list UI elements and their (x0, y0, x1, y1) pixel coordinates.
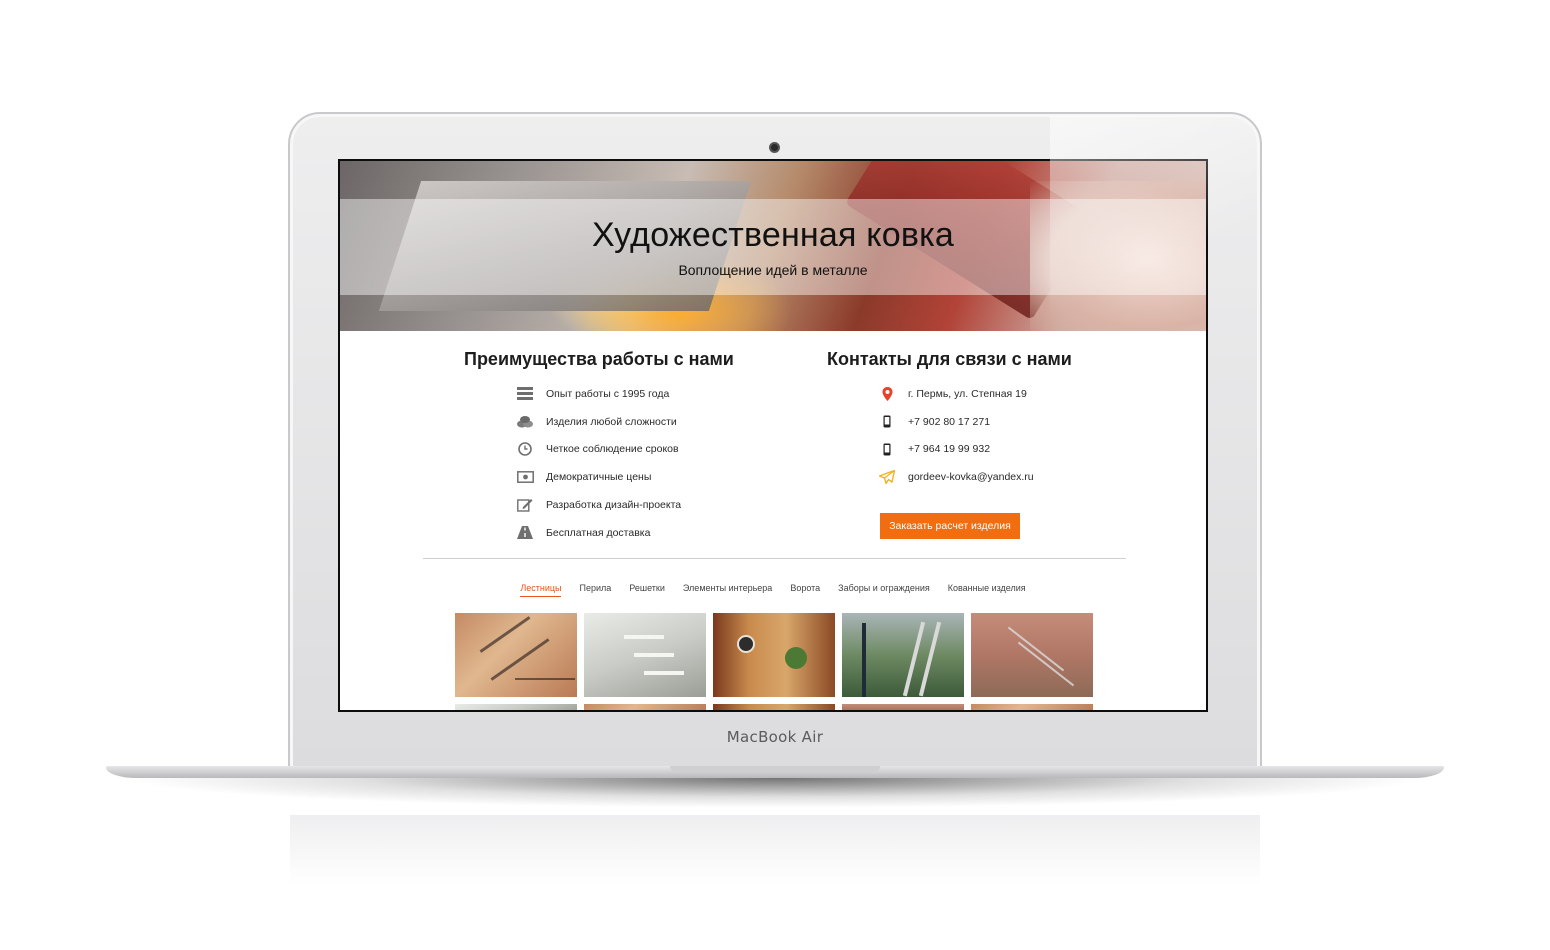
advantages-title: Преимущества работы с нами (464, 349, 734, 369)
advantages-list: Опыт работы с 1995 года Изделия любой сл… (516, 380, 681, 547)
gallery-image[interactable] (455, 613, 577, 697)
advantage-label: Демократичные цены (546, 471, 652, 484)
gallery-grid-row-2 (455, 704, 1093, 710)
advantage-label: Бесплатная доставка (546, 526, 651, 539)
tab-grates[interactable]: Решетки (629, 583, 665, 597)
contacts-list: г. Пермь, ул. Степная 19 +7 902 80 17 27… (878, 380, 1034, 491)
layers-icon (516, 387, 534, 401)
list-item: Бесплатная доставка (516, 519, 681, 547)
gallery-grid (455, 613, 1093, 697)
website-viewport: Художественная ковка Воплощение идей в м… (340, 161, 1206, 710)
phone-link[interactable]: +7 964 19 99 932 (908, 443, 990, 455)
camera-icon (769, 142, 780, 153)
list-item: Разработка дизайн-проекта (516, 491, 681, 519)
order-estimate-button[interactable]: Заказать расчет изделия (880, 513, 1020, 539)
phone-link[interactable]: +7 902 80 17 271 (908, 416, 990, 428)
gallery-image[interactable] (971, 704, 1093, 710)
tab-fences[interactable]: Заборы и ограждения (838, 583, 930, 597)
clock-icon (516, 442, 534, 457)
advantage-label: Опыт работы с 1995 года (546, 387, 670, 400)
pencil-icon (516, 498, 534, 512)
email-link[interactable]: gordeev-kovka@yandex.ru (908, 471, 1034, 483)
address-text: г. Пермь, ул. Степная 19 (908, 387, 1027, 400)
advantage-label: Изделия любой сложности (546, 415, 677, 428)
hero-title: Художественная ковка (591, 216, 955, 254)
laptop-brand-label: MacBook Air (726, 728, 824, 746)
list-item: gordeev-kovka@yandex.ru (878, 463, 1034, 491)
list-item: +7 902 80 17 271 (878, 408, 1034, 436)
list-item: Четкое соблюдение сроков (516, 436, 681, 464)
list-item: Изделия любой сложности (516, 408, 681, 436)
tab-stairs[interactable]: Лестницы (520, 583, 562, 597)
laptop-screen: Художественная ковка Воплощение идей в м… (338, 159, 1208, 712)
advantage-label: Четкое соблюдение сроков (546, 443, 679, 456)
banknote-icon (516, 470, 534, 484)
laptop-hinge-notch (670, 766, 880, 772)
tab-gates[interactable]: Ворота (790, 583, 820, 597)
list-item: Опыт работы с 1995 года (516, 380, 681, 408)
section-divider (423, 558, 1126, 559)
gallery-image[interactable] (971, 613, 1093, 697)
gallery-image[interactable] (584, 613, 706, 697)
tab-railings[interactable]: Перила (579, 583, 611, 597)
laptop-shadow (120, 778, 1430, 808)
gallery-tabs: Лестницы Перила Решетки Элементы интерье… (340, 583, 1206, 597)
laptop-reflection (290, 815, 1260, 885)
advantage-label: Разработка дизайн-проекта (546, 499, 682, 512)
map-pin-icon (878, 386, 896, 401)
gallery-image[interactable] (842, 613, 964, 697)
list-item: г. Пермь, ул. Степная 19 (878, 380, 1034, 408)
list-item: +7 964 19 99 932 (878, 436, 1034, 464)
gallery-image[interactable] (842, 704, 964, 710)
list-item: Демократичные цены (516, 463, 681, 491)
gallery-image[interactable] (713, 613, 835, 697)
coins-icon (516, 415, 534, 429)
hero-banner: Художественная ковка Воплощение идей в м… (340, 161, 1206, 331)
road-icon (516, 526, 534, 540)
gallery-image[interactable] (584, 704, 706, 710)
contacts-title: Контакты для связи с нами (827, 349, 1072, 369)
tab-interior[interactable]: Элементы интерьера (683, 583, 772, 597)
phone-icon (878, 442, 896, 456)
phone-icon (878, 415, 896, 429)
paper-plane-icon (878, 470, 896, 485)
gallery-image[interactable] (455, 704, 577, 710)
tab-forged-items[interactable]: Кованные изделия (948, 583, 1026, 597)
hero-subtitle: Воплощение идей в металле (678, 262, 868, 278)
gallery-image[interactable] (713, 704, 835, 710)
